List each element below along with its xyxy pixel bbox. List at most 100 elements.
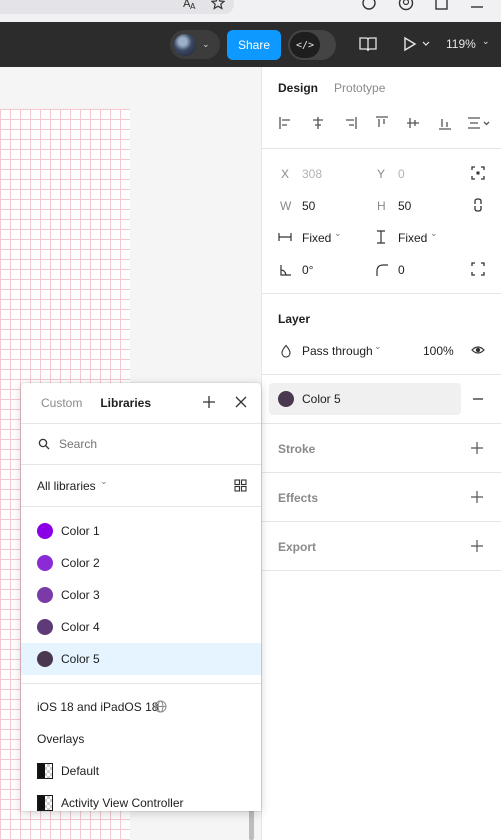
color-swatch (37, 651, 53, 667)
canvas-scrollbar[interactable] (249, 809, 254, 840)
bookmark-star-icon[interactable] (209, 0, 227, 12)
divider (262, 148, 501, 149)
search-icon (38, 438, 50, 450)
chevron-down-icon: ⌄ (374, 341, 382, 351)
dev-mode-toggle[interactable]: </> (288, 30, 336, 60)
tab-libraries[interactable]: Libraries (100, 396, 151, 410)
width-field[interactable]: 50 (302, 199, 315, 213)
library-name: iOS 18 and iPadOS 18 (37, 700, 159, 714)
code-icon: </> (290, 32, 320, 58)
tab-custom[interactable]: Custom (41, 396, 82, 410)
remove-fill-icon[interactable] (471, 392, 485, 406)
chevron-down-icon: ⌄ (430, 228, 438, 238)
y-field[interactable]: 0 (398, 167, 405, 181)
color-style-name: Color 5 (61, 652, 100, 666)
fill-style-row[interactable]: Color 5 (269, 383, 461, 415)
divider (21, 423, 261, 424)
independent-corners-icon[interactable] (471, 262, 485, 276)
component-name: Activity View Controller (61, 796, 184, 810)
align-horizontal-center-icon[interactable] (310, 115, 326, 131)
account-icon[interactable] (397, 0, 415, 12)
add-style-icon[interactable] (202, 395, 216, 409)
stroke-section-title: Stroke (278, 442, 316, 456)
add-stroke-icon[interactable] (470, 441, 484, 455)
corner-radius-field[interactable]: 0 (398, 263, 405, 277)
color-styles-popup: Custom Libraries All libraries ⌄ Color 1… (21, 383, 261, 811)
tab-design[interactable]: Design (278, 81, 318, 95)
present-play-icon[interactable] (402, 32, 432, 56)
color-style-name: Color 3 (61, 588, 100, 602)
component-thumbnail (37, 795, 53, 811)
grid-view-icon[interactable] (234, 479, 247, 492)
corner-radius-icon (376, 264, 388, 276)
zoom-chevron-icon[interactable]: ⌄ (482, 36, 490, 47)
library-filter-dropdown[interactable]: All libraries (37, 479, 96, 493)
divider (262, 570, 501, 571)
align-right-icon[interactable] (342, 115, 358, 131)
eye-icon[interactable] (471, 343, 485, 357)
align-vertical-center-icon[interactable] (405, 115, 421, 131)
align-top-icon[interactable] (374, 115, 390, 131)
align-left-icon[interactable] (278, 115, 294, 131)
x-field[interactable]: 308 (302, 167, 322, 181)
color-style-item[interactable]: Color 1 (21, 515, 261, 547)
editor-toolbar: ⌄ Share </> 119% ⌄ (0, 22, 501, 67)
share-button[interactable]: Share (227, 30, 281, 60)
height-field[interactable]: 50 (398, 199, 411, 213)
export-section-title: Export (278, 540, 317, 554)
effects-section-title: Effects (278, 491, 319, 505)
horizontal-resizing-icon (278, 233, 292, 241)
color-swatch (37, 523, 53, 539)
alignment-tools (276, 115, 496, 133)
list-item[interactable]: Activity View Controller (21, 787, 261, 811)
browser-toolbar: AA (0, 0, 501, 22)
extensions-icon[interactable] (433, 0, 451, 12)
fill-style-name: Color 5 (302, 392, 341, 406)
opacity-field[interactable]: 100% (423, 344, 454, 358)
history-icon[interactable] (360, 0, 378, 12)
rotation-icon (280, 265, 291, 276)
blend-mode-dropdown[interactable]: Pass through (302, 344, 373, 358)
constraints-icon[interactable] (471, 166, 485, 180)
height-label: H (377, 199, 386, 213)
color-style-item[interactable]: Color 2 (21, 547, 261, 579)
horizontal-resizing-dropdown[interactable]: Fixed (302, 231, 331, 245)
tab-prototype[interactable]: Prototype (334, 81, 385, 95)
divider (262, 293, 501, 294)
constrain-proportions-icon[interactable] (471, 198, 485, 212)
fill-swatch (278, 391, 294, 407)
zoom-level[interactable]: 119% (446, 37, 476, 51)
component-thumbnail (37, 763, 53, 779)
add-effect-icon[interactable] (470, 490, 484, 504)
menu-icon[interactable] (468, 0, 486, 12)
divider (262, 423, 501, 424)
color-swatch (37, 555, 53, 571)
align-bottom-icon[interactable] (437, 115, 453, 131)
divider (262, 521, 501, 522)
add-export-icon[interactable] (470, 539, 484, 553)
design-panel: Design Prototype X 308 Y 0 W 50 H 50 Fix… (261, 67, 501, 840)
divider (21, 506, 261, 507)
library-book-icon[interactable] (358, 32, 378, 56)
distribute-menu-icon[interactable] (466, 115, 492, 131)
divider (262, 374, 501, 375)
close-icon[interactable] (234, 395, 248, 409)
color-style-item[interactable]: Color 4 (21, 611, 261, 643)
color-swatch (37, 619, 53, 635)
divider (21, 683, 261, 684)
collaborators-menu[interactable]: ⌄ (170, 30, 220, 59)
divider (262, 472, 501, 473)
color-style-item[interactable]: Color 5 (21, 643, 261, 675)
color-style-item[interactable]: Color 3 (21, 579, 261, 611)
vertical-resizing-dropdown[interactable]: Fixed (398, 231, 427, 245)
globe-icon (154, 700, 167, 713)
color-swatch (37, 587, 53, 603)
color-style-name: Color 4 (61, 620, 100, 634)
x-label: X (281, 167, 290, 181)
component-group-name: Overlays (37, 732, 85, 746)
layer-section-title: Layer (278, 312, 311, 326)
rotation-field[interactable]: 0° (302, 263, 313, 277)
search-input[interactable] (59, 434, 239, 454)
translate-icon[interactable]: AA (181, 0, 199, 12)
list-item[interactable]: Default (21, 755, 261, 787)
